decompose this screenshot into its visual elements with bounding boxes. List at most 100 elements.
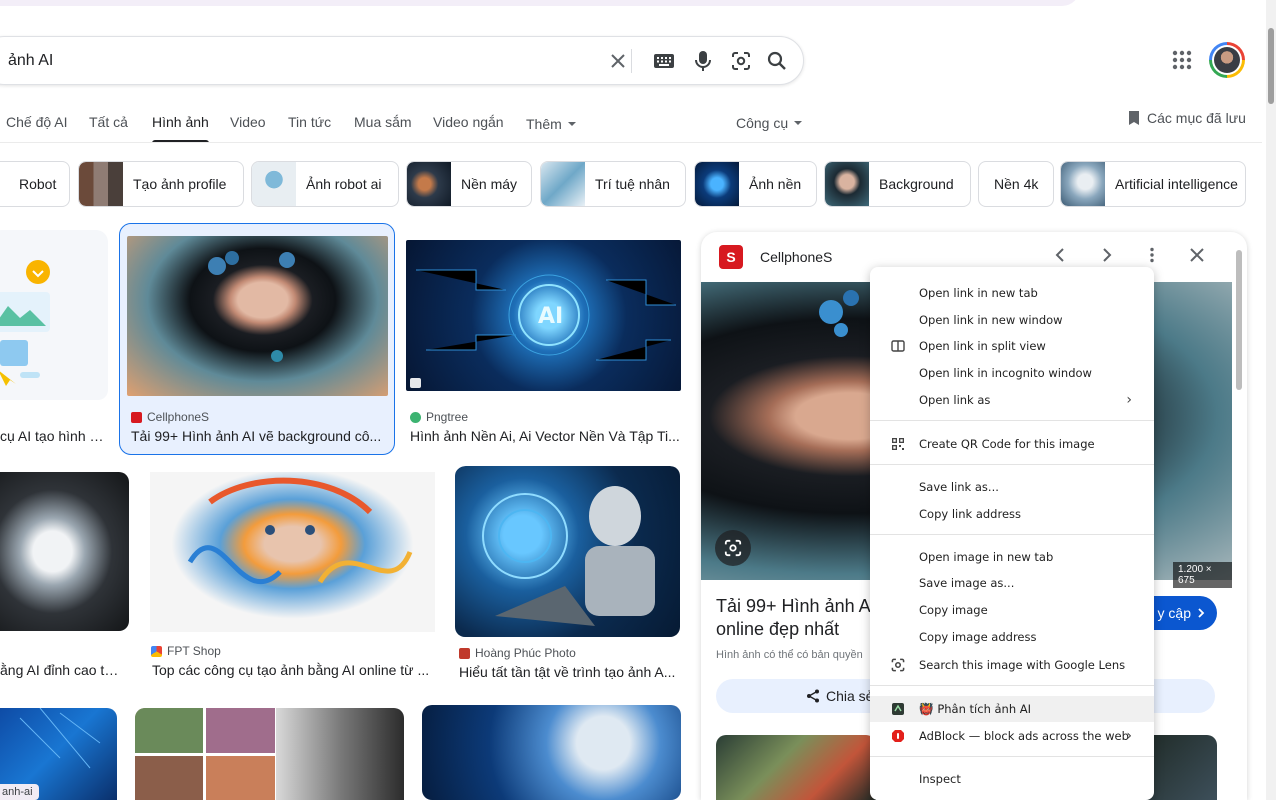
menu-copy-link[interactable]: Copy link address [870,501,1154,527]
chip-machine-bg[interactable]: Nền máy [406,161,532,207]
chip-ai-intelligence[interactable]: Trí tuệ nhân [540,161,686,207]
result-title[interactable]: Hình ảnh Nền Ai, Ai Vector Nền Và Tập Ti… [410,428,680,444]
tab-all[interactable]: Tất cả [89,108,128,140]
share-label: Chia sẻ [826,688,874,704]
google-lens-icon[interactable] [729,49,753,73]
menu-save-image[interactable]: Save image as... [870,570,1154,596]
lens-search-icon[interactable] [715,530,751,566]
menu-label: AdBlock — block ads across the web [919,729,1129,743]
menu-copy-image[interactable]: Copy image [870,597,1154,623]
search-box[interactable]: ảnh AI [0,36,804,85]
menu-open-link-as[interactable]: Open link as › [870,387,1154,413]
submenu-arrow-icon: › [1126,392,1132,408]
next-icon[interactable] [1098,247,1114,263]
chip-label: Tạo ảnh profile [133,176,227,192]
tab-video[interactable]: Video [230,108,266,140]
chip-label: Nền 4k [994,176,1039,192]
chip-artificial-intelligence[interactable]: Artificial intelligence [1060,161,1246,207]
search-icon[interactable] [765,49,789,73]
result-thumbnail[interactable]: anh-ai [0,708,117,800]
microphone-icon[interactable] [691,49,715,73]
panel-scrollbar-thumb[interactable] [1236,250,1242,390]
menu-ai-analyze[interactable]: 👹 Phân tích ảnh AI [870,696,1154,722]
menu-open-new-tab[interactable]: Open link in new tab [870,280,1154,306]
tab-shopping[interactable]: Mua sắm [354,108,412,140]
tab-images[interactable]: Hình ảnh [152,108,209,143]
menu-save-link[interactable]: Save link as... [870,474,1154,500]
result-badge: anh-ai [0,784,39,800]
result-title[interactable]: Top các công cụ tạo ảnh bằng AI online t… [152,662,434,678]
close-icon[interactable] [1189,247,1205,263]
saved-items-button[interactable]: Các mục đã lưu [1127,110,1246,126]
menu-label: Open link in new window [919,313,1063,327]
google-apps-icon[interactable] [1170,48,1194,72]
panel-title-line2[interactable]: online đẹp nhất [716,619,839,640]
result-card-selected[interactable]: CellphoneS Tải 99+ Hình ảnh AI vẽ backgr… [119,223,395,455]
chip-robot[interactable]: Robot [0,161,70,207]
result-thumbnail[interactable] [276,708,404,800]
menu-open-incognito[interactable]: Open link in incognito window [870,360,1154,386]
result-card[interactable]: cụ AI tạo hình ả... [0,230,108,456]
related-thumbnail[interactable] [716,735,876,800]
panel-title-line1[interactable]: Tải 99+ Hình ảnh AI v [716,596,890,617]
result-thumbnail[interactable] [0,472,129,631]
caret-down-icon [794,120,803,125]
chip-4k[interactable]: Nền 4k [978,161,1054,207]
chip-label: Artificial intelligence [1115,176,1238,192]
account-avatar[interactable] [1209,42,1245,78]
chip-thumbnail [252,162,296,206]
result-card[interactable]: ằng AI đỉnh cao tốt... [0,466,129,686]
tabs-divider [0,142,1262,143]
search-input[interactable]: ảnh AI [8,52,53,70]
result-card[interactable]: AI Pngtree Hình ảnh Nền Ai, Ai Vector Nề… [405,230,681,456]
pngtree-favicon [410,411,421,423]
result-thumbnail[interactable] [0,230,108,400]
result-thumbnail[interactable]: AI [406,240,681,391]
menu-open-split-view[interactable]: Open link in split view [870,333,1154,359]
tab-more[interactable]: Thêm [526,108,576,140]
tab-ai-mode[interactable]: Chế độ AI [6,108,68,140]
chip-background[interactable]: Background [824,161,971,207]
submenu-arrow-icon: › [1126,728,1132,744]
result-card[interactable]: Hoàng Phúc Photo Hiểu tất tần tật về trì… [454,466,682,686]
tools-label: Công cụ [736,115,789,131]
result-title[interactable]: Hiểu tất tần tật về trình tạo ảnh A... [459,664,679,680]
previous-icon[interactable] [1053,247,1069,263]
result-title[interactable]: cụ AI tạo hình ả... [0,428,106,444]
result-title[interactable]: ằng AI đỉnh cao tốt... [0,662,125,678]
result-title[interactable]: Tải 99+ Hình ảnh AI vẽ background cô... [131,428,386,444]
chip-robot-ai[interactable]: Ảnh robot ai [251,161,399,207]
menu-copy-image-address[interactable]: Copy image address [870,624,1154,650]
keyboard-icon[interactable] [652,49,676,73]
result-thumbnail[interactable] [150,472,435,632]
bookmark-icon [1129,111,1139,125]
result-card[interactable]: FPT Shop Top các công cụ tạo ảnh bằng AI… [148,466,438,686]
chip-label: Background [879,176,954,192]
chip-profile[interactable]: Tạo ảnh profile [78,161,244,207]
result-thumbnail[interactable] [127,236,388,396]
menu-label: Create QR Code for this image [919,437,1095,451]
panel-source[interactable]: CellphoneS [760,249,832,265]
result-source: Pngtree [410,410,468,424]
menu-open-new-window[interactable]: Open link in new window [870,307,1154,333]
menu-open-image-new-tab[interactable]: Open image in new tab [870,544,1154,570]
cellphones-logo-icon: S [719,245,743,269]
tab-short-video[interactable]: Video ngắn [433,108,504,140]
result-thumbnail[interactable] [135,708,275,800]
menu-label: Copy image address [919,630,1037,644]
menu-adblock[interactable]: AdBlock — block ads across the web › [870,723,1154,749]
menu-create-qr[interactable]: Create QR Code for this image [870,431,1154,457]
result-thumbnail[interactable] [455,466,680,637]
clear-icon[interactable] [606,49,630,73]
chip-label: Ảnh nền [749,176,802,192]
menu-google-lens[interactable]: Search this image with Google Lens [870,652,1154,678]
tools-button[interactable]: Công cụ [736,115,803,131]
result-thumbnail[interactable] [422,705,681,800]
page-scrollbar[interactable] [1266,0,1276,800]
menu-inspect[interactable]: Inspect [870,766,1154,792]
more-options-icon[interactable] [1144,247,1160,263]
chip-wallpaper[interactable]: Ảnh nền [694,161,817,207]
scrollbar-thumb[interactable] [1268,28,1274,104]
saved-items-label: Các mục đã lưu [1147,110,1246,126]
tab-news[interactable]: Tin tức [288,108,331,140]
